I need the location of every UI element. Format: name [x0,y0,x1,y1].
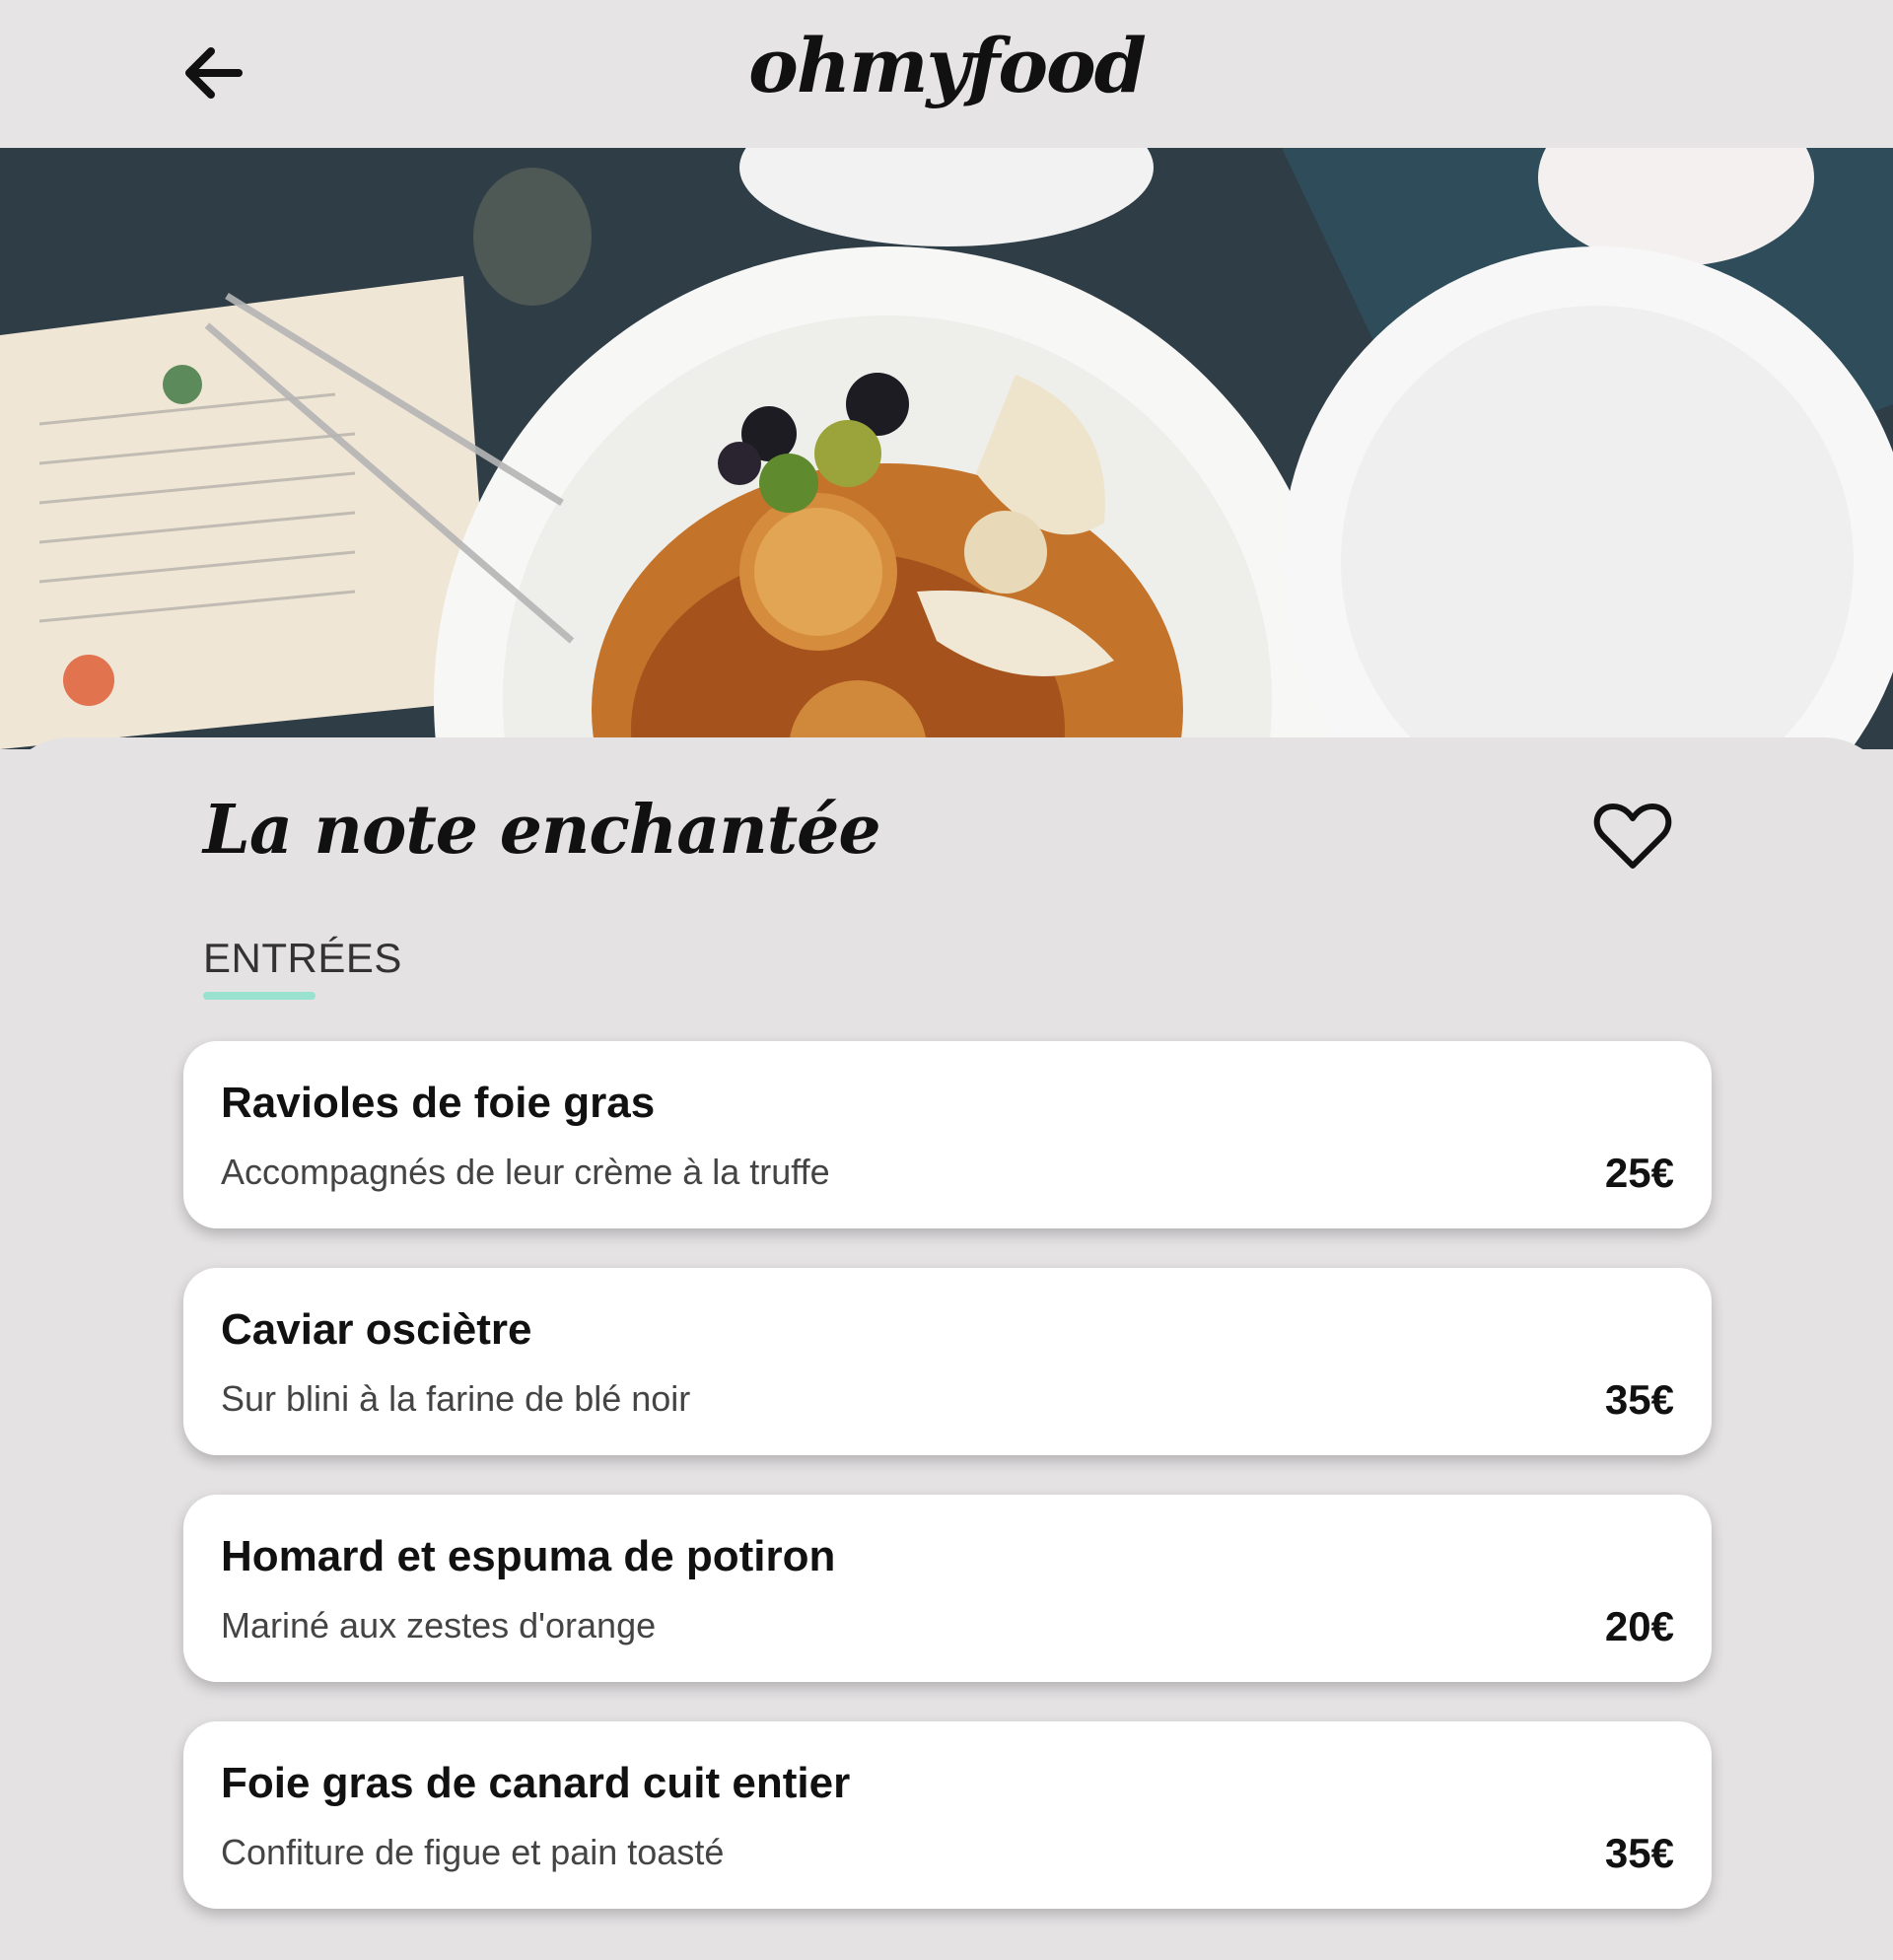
favorite-button[interactable] [1585,791,1680,885]
section-underline [203,992,316,1000]
menu-item-card[interactable]: Caviar osciètre Sur blini à la farine de… [183,1268,1712,1455]
dish-name: Homard et espuma de potiron [221,1532,836,1580]
menu-item-card[interactable]: Ravioles de foie gras Accompagnés de leu… [183,1041,1712,1228]
dish-name: Ravioles de foie gras [221,1079,656,1127]
dish-description: Confiture de figue et pain toasté [221,1832,725,1872]
menu-list: Ravioles de foie gras Accompagnés de leu… [183,1041,1712,1948]
top-bar: ohmyfood [0,0,1893,150]
restaurant-title: La note enchantée [203,791,881,870]
dish-name: Caviar osciètre [221,1305,532,1354]
dish-price: 35€ [1604,1830,1674,1876]
menu-item-card[interactable]: Foie gras de canard cuit entier Confitur… [183,1721,1712,1909]
dish-price: 20€ [1604,1603,1674,1649]
dish-price: 25€ [1604,1150,1674,1196]
dish-description: Sur blini à la farine de blé noir [221,1378,691,1419]
brand-logo[interactable]: ohmyfood [0,22,1893,109]
heart-outline-icon [1593,801,1672,876]
dish-name: Foie gras de canard cuit entier [221,1759,851,1807]
dish-price: 35€ [1604,1376,1674,1423]
dish-description: Accompagnés de leur crème à la truffe [221,1152,830,1192]
dish-description: Mariné aux zestes d'orange [221,1605,657,1645]
hero-image [0,148,1893,749]
restaurant-sheet: La note enchantée ENTRÉES Ravioles de fo… [0,737,1893,1960]
menu-item-card[interactable]: Homard et espuma de potiron Mariné aux z… [183,1495,1712,1682]
section-label-entrees: ENTRÉES [203,935,402,981]
